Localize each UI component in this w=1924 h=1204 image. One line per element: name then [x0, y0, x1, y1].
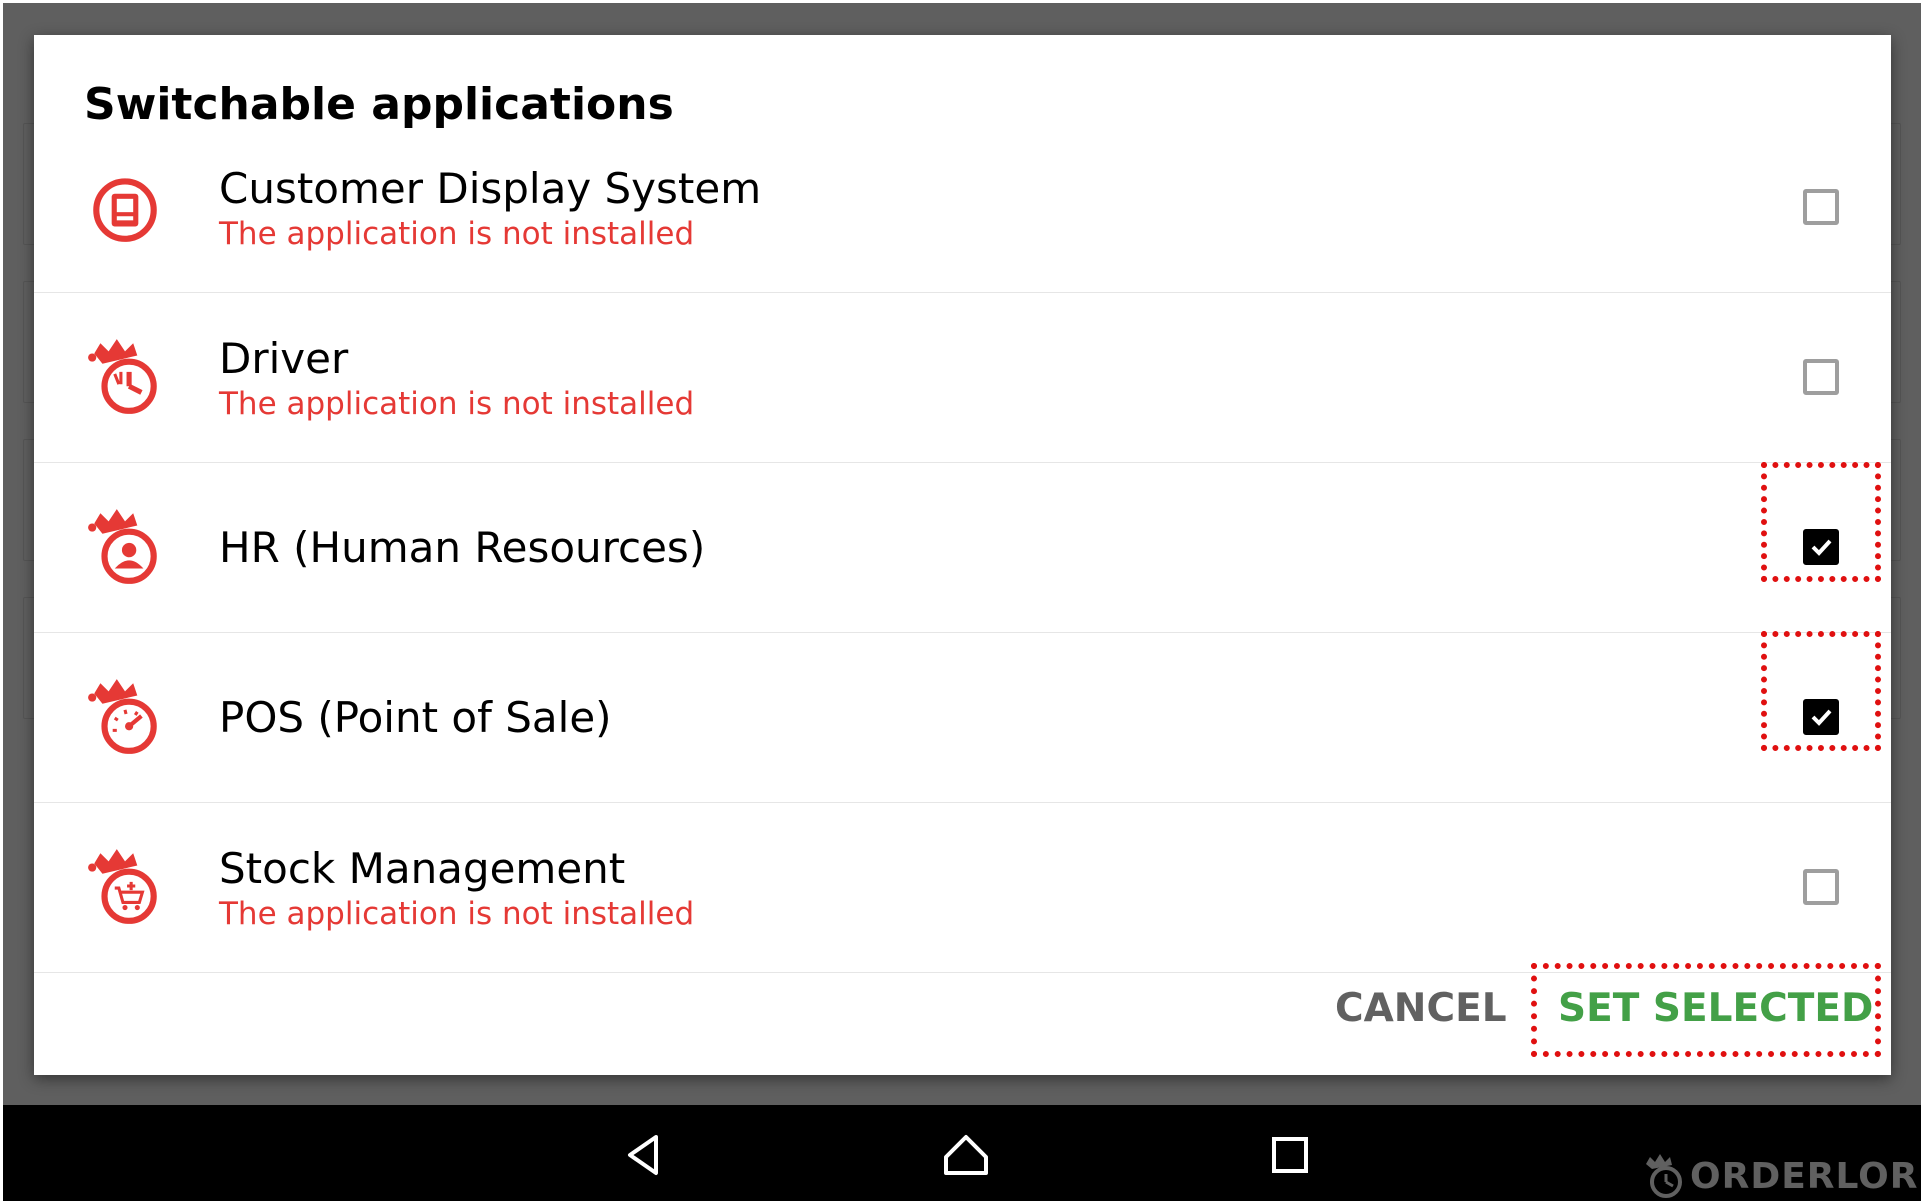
app-text: Driver The application is not installed	[219, 293, 694, 462]
app-row-driver[interactable]: Driver The application is not installed	[34, 293, 1891, 463]
app-checkbox-hr[interactable]	[1803, 529, 1839, 565]
orderlord-watermark: ORDERLORD	[1640, 1150, 1921, 1201]
app-name: POS (Point of Sale)	[219, 692, 612, 742]
app-text: POS (Point of Sale)	[219, 633, 612, 802]
driver-clock-icon	[84, 335, 166, 417]
app-name: Driver	[219, 333, 349, 383]
cancel-button[interactable]: CANCEL	[1335, 979, 1507, 1039]
app-status: The application is not installed	[219, 895, 695, 932]
customer-display-icon	[84, 165, 166, 247]
checkmark-icon	[1811, 709, 1832, 726]
app-name: Customer Display System	[219, 163, 762, 213]
app-checkbox-stock-management[interactable]	[1803, 869, 1839, 905]
back-triangle-icon[interactable]	[616, 1127, 672, 1183]
dialog-actions: CANCEL SET SELECTED	[34, 945, 1891, 1075]
app-status: The application is not installed	[219, 215, 695, 252]
pos-gauge-icon	[84, 675, 166, 757]
stock-cart-icon	[84, 845, 166, 927]
app-text: HR (Human Resources)	[219, 463, 705, 632]
orderlord-logo-icon	[1646, 1154, 1682, 1198]
app-name: Stock Management	[219, 843, 626, 893]
app-text: Customer Display System The application …	[219, 163, 761, 292]
app-checkbox-driver[interactable]	[1803, 359, 1839, 395]
app-name: HR (Human Resources)	[219, 522, 706, 572]
app-checkbox-customer-display[interactable]	[1803, 189, 1839, 225]
android-navigation-bar: ORDERLORD	[3, 1105, 1921, 1201]
checkmark-icon	[1811, 539, 1832, 556]
recents-square-icon[interactable]	[1262, 1127, 1318, 1183]
app-row-customer-display[interactable]: Customer Display System The application …	[34, 163, 1891, 293]
android-screen: Switchable applications Customer Display…	[3, 3, 1921, 1201]
hr-person-icon	[84, 505, 166, 587]
app-checkbox-pos[interactable]	[1803, 699, 1839, 735]
app-row-hr[interactable]: HR (Human Resources)	[34, 463, 1891, 633]
app-list-viewport[interactable]: Customer Display System The application …	[34, 163, 1891, 978]
app-row-pos[interactable]: POS (Point of Sale)	[34, 633, 1891, 803]
watermark-text: ORDERLORD	[1690, 1155, 1921, 1197]
dialog-title: Switchable applications	[84, 79, 674, 130]
app-list: Customer Display System The application …	[34, 163, 1891, 973]
set-selected-button[interactable]: SET SELECTED	[1558, 979, 1873, 1039]
home-icon[interactable]	[938, 1127, 994, 1183]
app-status: The application is not installed	[219, 385, 695, 422]
switchable-applications-dialog: Switchable applications Customer Display…	[34, 35, 1891, 1075]
